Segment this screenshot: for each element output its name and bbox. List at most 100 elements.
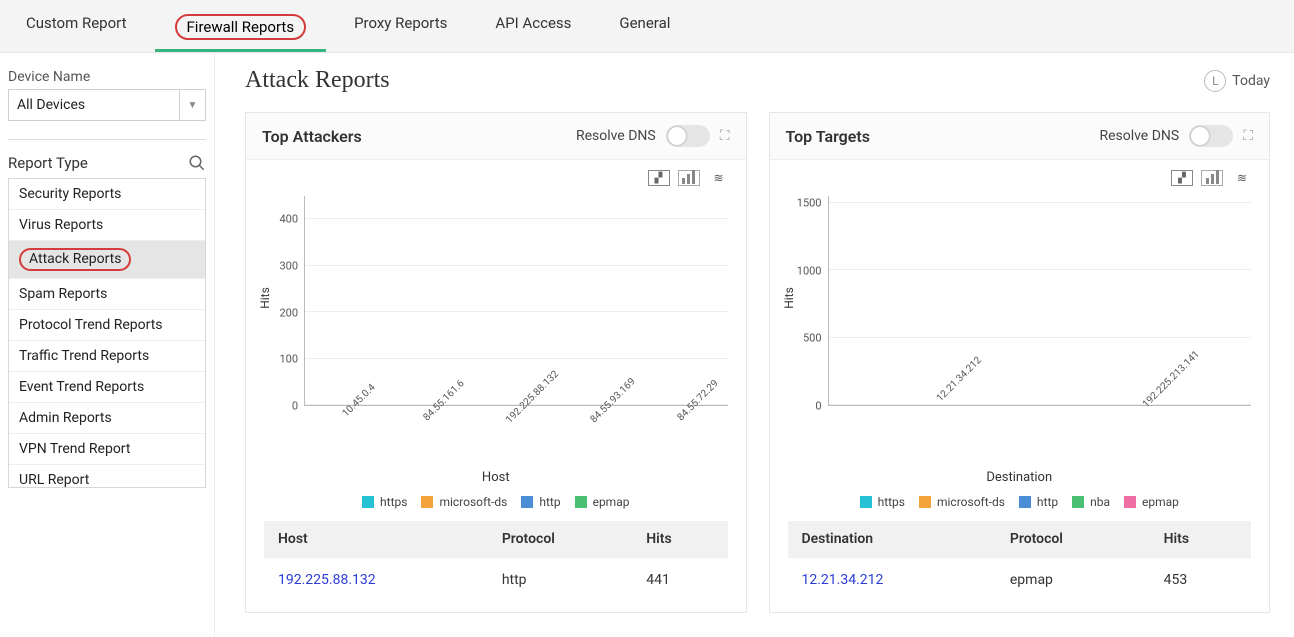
cell-protocol: epmap xyxy=(996,558,1150,603)
rt-item-spam[interactable]: Spam Reports xyxy=(9,279,205,310)
y-axis-title: Hits xyxy=(258,287,272,309)
legend-item[interactable]: nba xyxy=(1072,495,1110,509)
rt-item-vpn[interactable]: VPN Trend Report xyxy=(9,434,205,465)
y-tick: 500 xyxy=(803,332,822,345)
cell-destination[interactable]: 12.21.34.212 xyxy=(788,558,996,603)
th-hits[interactable]: Hits xyxy=(1150,521,1251,558)
legend-label: epmap xyxy=(593,495,630,509)
x-axis-title: Destination xyxy=(788,470,1252,485)
divider xyxy=(8,139,206,140)
y-tick: 0 xyxy=(292,400,298,413)
rt-item-virus[interactable]: Virus Reports xyxy=(9,210,205,241)
cell-hits: 441 xyxy=(632,558,727,603)
legend-item[interactable]: https xyxy=(860,495,905,509)
legend-item[interactable]: microsoft-ds xyxy=(919,495,1005,509)
chart-type-bar-icon[interactable] xyxy=(678,170,700,186)
legend-label: http xyxy=(1037,495,1058,509)
rt-item-protocol[interactable]: Protocol Trend Reports xyxy=(9,310,205,341)
panel-title: Top Attackers xyxy=(262,127,362,146)
panel-top-targets: Top Targets Resolve DNS ⛶ ▞ ≋ Hits 0 500 10… xyxy=(769,112,1271,613)
th-protocol[interactable]: Protocol xyxy=(996,521,1150,558)
legend-swatch xyxy=(919,496,931,508)
table-row[interactable]: 192.225.88.132 http 441 xyxy=(264,558,728,603)
legend-item[interactable]: https xyxy=(362,495,407,509)
chart-type-toolbar: ▞ ≋ xyxy=(246,160,746,186)
legend-item[interactable]: http xyxy=(1019,495,1058,509)
th-host[interactable]: Host xyxy=(264,521,488,558)
device-select[interactable]: All Devices ▼ xyxy=(8,89,206,121)
th-protocol[interactable]: Protocol xyxy=(488,521,632,558)
legend-swatch xyxy=(1124,496,1136,508)
cell-protocol: http xyxy=(488,558,632,603)
clock-icon: L xyxy=(1204,70,1226,92)
expand-icon[interactable]: ⛶ xyxy=(720,128,730,144)
resolve-dns-toggle[interactable] xyxy=(1189,125,1233,147)
resolve-dns-toggle[interactable] xyxy=(666,125,710,147)
y-tick: 300 xyxy=(279,260,298,273)
y-axis-title: Hits xyxy=(781,287,795,309)
chevron-down-icon: ▼ xyxy=(179,90,205,120)
expand-icon[interactable]: ⛶ xyxy=(1243,128,1253,144)
rt-item-admin[interactable]: Admin Reports xyxy=(9,403,205,434)
cell-host[interactable]: 192.225.88.132 xyxy=(264,558,488,603)
panel-title: Top Targets xyxy=(786,127,871,146)
legend-item[interactable]: epmap xyxy=(1124,495,1179,509)
resolve-dns-label: Resolve DNS xyxy=(576,128,656,144)
th-hits[interactable]: Hits xyxy=(632,521,727,558)
resolve-dns-label: Resolve DNS xyxy=(1099,128,1179,144)
chart-type-bar-icon[interactable] xyxy=(1201,170,1223,186)
main-content: Attack Reports L Today Top Attackers Res… xyxy=(215,53,1294,637)
legend-swatch xyxy=(860,496,872,508)
chart-type-stacked-icon[interactable]: ≋ xyxy=(1231,170,1253,186)
search-icon[interactable] xyxy=(188,154,206,172)
legend-label: epmap xyxy=(1142,495,1179,509)
top-tabs: Custom Report Firewall Reports Proxy Rep… xyxy=(0,0,1294,53)
legend-swatch xyxy=(1072,496,1084,508)
cell-hits: 453 xyxy=(1150,558,1251,603)
legend-swatch xyxy=(421,496,433,508)
legend-item[interactable]: http xyxy=(521,495,560,509)
panel-top-attackers: Top Attackers Resolve DNS ⛶ ▞ ≋ Hits0100… xyxy=(245,112,747,613)
table-row[interactable]: 12.21.34.212 epmap 453 xyxy=(788,558,1252,603)
th-destination[interactable]: Destination xyxy=(788,521,996,558)
rt-item-security[interactable]: Security Reports xyxy=(9,179,205,210)
chart-type-area-icon[interactable]: ▞ xyxy=(648,170,670,186)
report-type-list: Security Reports Virus Reports Attack Re… xyxy=(8,178,206,488)
legend-swatch xyxy=(362,496,374,508)
device-select-value: All Devices xyxy=(9,97,179,113)
legend-item[interactable]: microsoft-ds xyxy=(421,495,507,509)
tab-custom-report[interactable]: Custom Report xyxy=(20,6,133,52)
tab-firewall-reports[interactable]: Firewall Reports xyxy=(169,6,313,52)
legend-label: http xyxy=(539,495,560,509)
time-range-button[interactable]: L Today xyxy=(1204,70,1270,92)
y-tick: 0 xyxy=(815,400,821,413)
legend-label: https xyxy=(878,495,905,509)
chart-type-area-icon[interactable]: ▞ xyxy=(1171,170,1193,186)
legend-swatch xyxy=(1019,496,1031,508)
y-tick: 1500 xyxy=(797,196,822,209)
device-name-label: Device Name xyxy=(8,69,206,85)
chart-attackers: Hits0100200300400 xyxy=(264,196,728,406)
report-type-label: Report Type xyxy=(8,154,88,172)
legend-swatch xyxy=(575,496,587,508)
tab-general[interactable]: General xyxy=(613,6,676,52)
y-tick: 1000 xyxy=(797,264,822,277)
chart-type-toolbar: ▞ ≋ xyxy=(770,160,1270,186)
legend-label: nba xyxy=(1090,495,1110,509)
tab-api-access[interactable]: API Access xyxy=(489,6,577,52)
rt-item-url[interactable]: URL Report xyxy=(9,465,205,488)
rt-item-traffic[interactable]: Traffic Trend Reports xyxy=(9,341,205,372)
time-range-label: Today xyxy=(1232,73,1270,89)
legend-label: microsoft-ds xyxy=(439,495,507,509)
tab-proxy-reports[interactable]: Proxy Reports xyxy=(348,6,453,52)
legend-swatch xyxy=(521,496,533,508)
legend-label: microsoft-ds xyxy=(937,495,1005,509)
page-title: Attack Reports xyxy=(245,67,390,94)
y-tick: 400 xyxy=(279,213,298,226)
rt-item-event[interactable]: Event Trend Reports xyxy=(9,372,205,403)
legend-item[interactable]: epmap xyxy=(575,495,630,509)
chart-type-stacked-icon[interactable]: ≋ xyxy=(708,170,730,186)
rt-item-attack[interactable]: Attack Reports xyxy=(9,241,205,279)
legend: https microsoft-ds http epmap xyxy=(264,495,728,509)
x-axis-title: Host xyxy=(264,470,728,485)
